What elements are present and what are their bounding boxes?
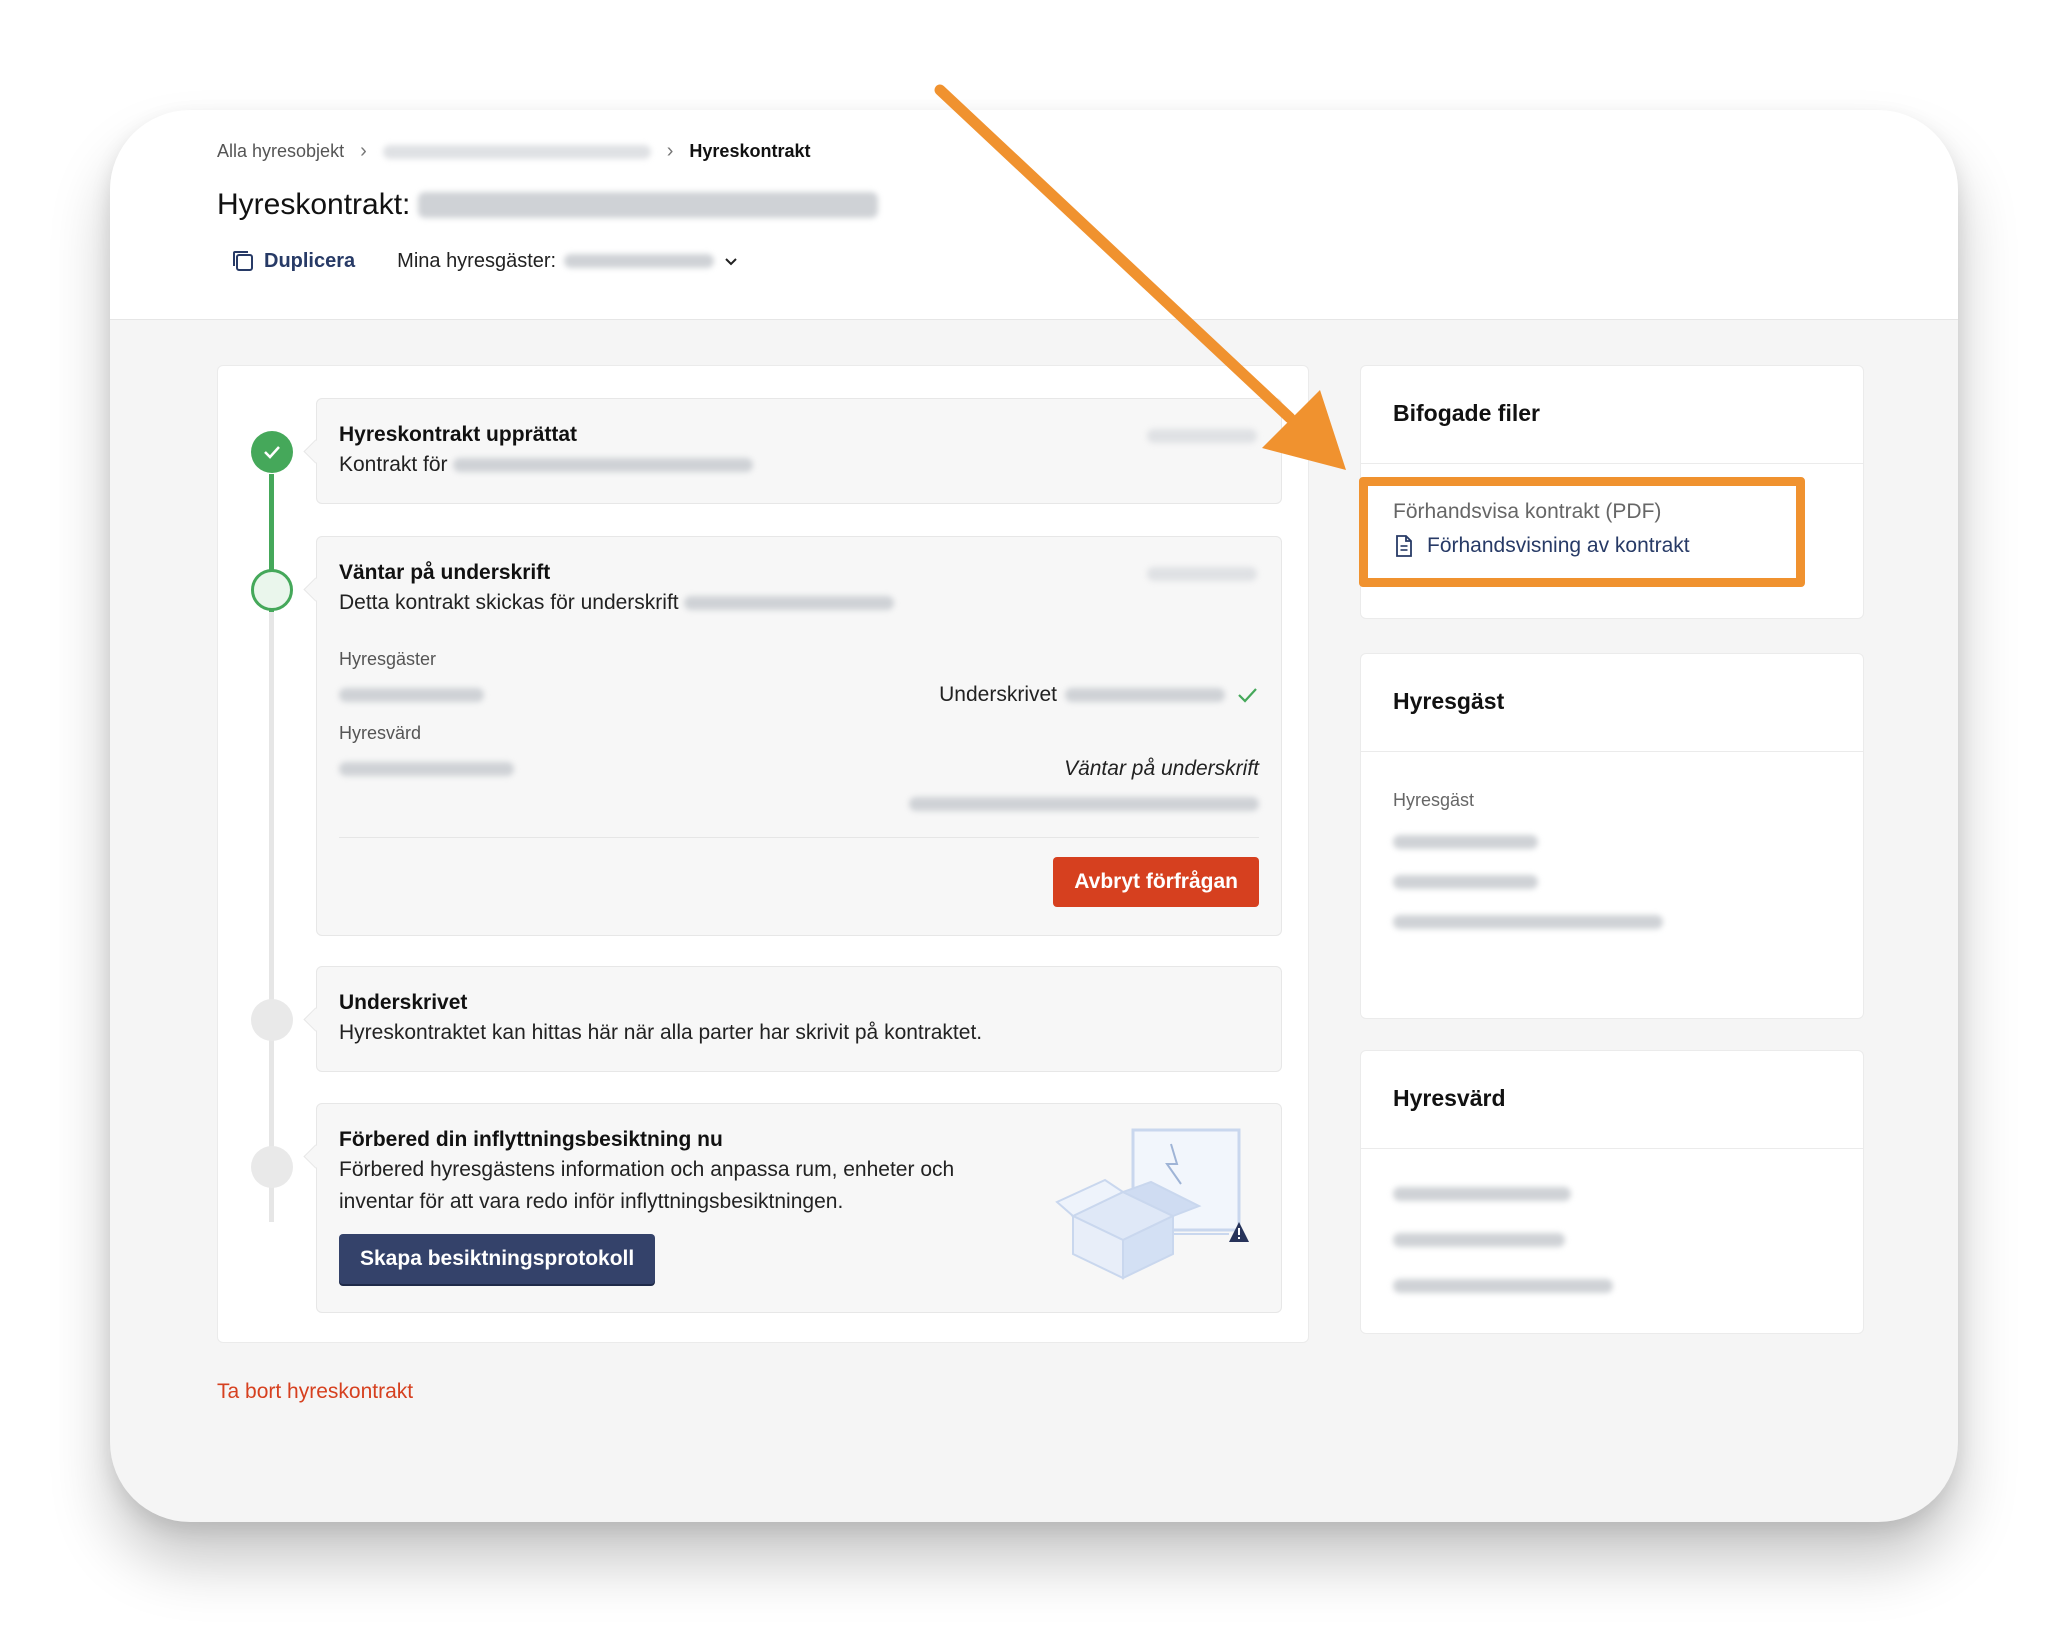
timeline-node-done	[251, 431, 293, 473]
landlord-email-redacted	[909, 796, 1259, 811]
tenant-name-redacted	[564, 254, 715, 268]
landlord-email-redacted	[1393, 1278, 1613, 1293]
page-title: Hyreskontrakt:	[217, 188, 879, 222]
breadcrumb-property-link-redacted[interactable]	[382, 144, 651, 159]
signer-tenants-label: Hyresgäster	[339, 649, 437, 669]
cancel-request-button[interactable]: Avbryt förfrågan	[1053, 857, 1259, 907]
landlord-card: Hyresvärd	[1360, 1050, 1864, 1334]
tenant-signature-status: Underskrivet	[939, 683, 1259, 707]
attached-files-heading: Bifogade filer	[1361, 366, 1863, 464]
breadcrumb: Alla hyresobjekt › › Hyreskontrakt	[217, 140, 810, 163]
timeline-node-active	[251, 569, 293, 611]
contract-timeline-card: Hyreskontrakt upprättat Kontrakt för Vän…	[217, 365, 1309, 1343]
step-text-label: Kontrakt för	[339, 453, 448, 476]
preview-contract-link[interactable]: Förhandsvisning av kontrakt	[1393, 534, 1831, 558]
step-text: Hyreskontraktet kan hittas här när alla …	[339, 1021, 983, 1044]
tenant-name-redacted	[339, 687, 484, 702]
page-header: Alla hyresobjekt › › Hyreskontrakt Hyres…	[110, 110, 1958, 320]
address-redacted	[453, 458, 754, 473]
app-window: Alla hyresobjekt › › Hyreskontrakt Hyres…	[110, 110, 1958, 1522]
signer-landlord-label: Hyresvärd	[339, 723, 422, 743]
landlord-signature-status: Väntar på underskrift	[1064, 757, 1259, 780]
step-text-label: Detta kontrakt skickas för underskrift	[339, 591, 679, 614]
timeline-step-signed: Underskrivet Hyreskontraktet kan hittas …	[316, 966, 1282, 1072]
landlord-name-redacted	[339, 761, 514, 776]
preview-contract-label: Förhandsvisa kontrakt (PDF)	[1393, 500, 1662, 523]
tenant-phone-redacted	[1393, 874, 1538, 889]
tenant-signature-status-label: Underskrivet	[939, 683, 1057, 706]
create-inspection-protocol-button[interactable]: Skapa besiktningsprotokoll	[339, 1234, 656, 1284]
delete-contract-link[interactable]: Ta bort hyreskontrakt	[217, 1380, 413, 1404]
header-actions: Duplicera Mina hyresgäster:	[230, 248, 740, 274]
copy-icon	[233, 251, 253, 271]
chevron-down-icon	[725, 258, 737, 266]
page-title-address-redacted	[418, 192, 879, 218]
divider	[339, 837, 1259, 838]
tenant-card-heading: Hyresgäst	[1361, 654, 1863, 752]
check-icon	[264, 446, 280, 459]
step-title: Hyreskontrakt upprättat	[339, 423, 578, 446]
preview-contract-link-label: Förhandsvisning av kontrakt	[1427, 534, 1690, 557]
tenant-name-redacted	[1393, 834, 1538, 849]
page-title-prefix: Hyreskontrakt:	[217, 188, 411, 221]
timeline-line-pending	[269, 612, 274, 1222]
moving-box-illustration-icon	[1055, 1128, 1249, 1280]
landlord-phone-redacted	[1393, 1232, 1565, 1247]
sent-date-redacted	[684, 596, 895, 611]
tenants-dropdown-label: Mina hyresgäster:	[397, 249, 557, 272]
signer-tenants: Hyresgäster Underskrivet	[339, 649, 1259, 706]
chevron-right-icon: ›	[666, 140, 674, 162]
signer-landlord: Hyresvärd Väntar på underskrift	[339, 723, 1259, 811]
timeline-node-pending	[251, 999, 293, 1041]
step-title: Väntar på underskrift	[339, 561, 551, 584]
landlord-card-heading: Hyresvärd	[1361, 1051, 1863, 1149]
timeline-node-pending	[251, 1146, 293, 1188]
tenant-email-redacted	[1393, 914, 1663, 929]
duplicate-button[interactable]: Duplicera	[230, 248, 355, 274]
timeline-step-awaiting-signature: Väntar på underskrift Detta kontrakt ski…	[316, 536, 1282, 936]
step-text: Kontrakt för	[339, 449, 1259, 481]
landlord-name-redacted	[1393, 1186, 1571, 1201]
tenant-card: Hyresgäst Hyresgäst	[1360, 653, 1864, 1019]
document-icon	[1396, 535, 1412, 557]
step-text: Detta kontrakt skickas för underskrift	[339, 587, 1259, 619]
step-date-redacted	[1147, 429, 1257, 443]
timeline-step-inspection: Förbered din inflyttningsbesiktning nu F…	[316, 1103, 1282, 1313]
attached-files-card: Bifogade filer Förhandsvisa kontrakt (PD…	[1360, 365, 1864, 619]
tenants-dropdown[interactable]: Mina hyresgäster:	[397, 250, 740, 273]
timeline-step-created: Hyreskontrakt upprättat Kontrakt för	[316, 398, 1282, 504]
breadcrumb-current: Hyreskontrakt	[689, 141, 811, 161]
chevron-right-icon: ›	[360, 140, 367, 162]
step-date-redacted	[1147, 567, 1257, 581]
tenant-label: Hyresgäst	[1393, 790, 1475, 810]
check-icon	[1238, 688, 1257, 703]
duplicate-label: Duplicera	[264, 249, 356, 272]
step-text: Förbered hyresgästens information och an…	[339, 1158, 955, 1213]
breadcrumb-root-link[interactable]: Alla hyresobjekt	[217, 141, 344, 162]
step-title: Underskrivet	[339, 991, 468, 1014]
signed-date-redacted	[1065, 688, 1225, 702]
